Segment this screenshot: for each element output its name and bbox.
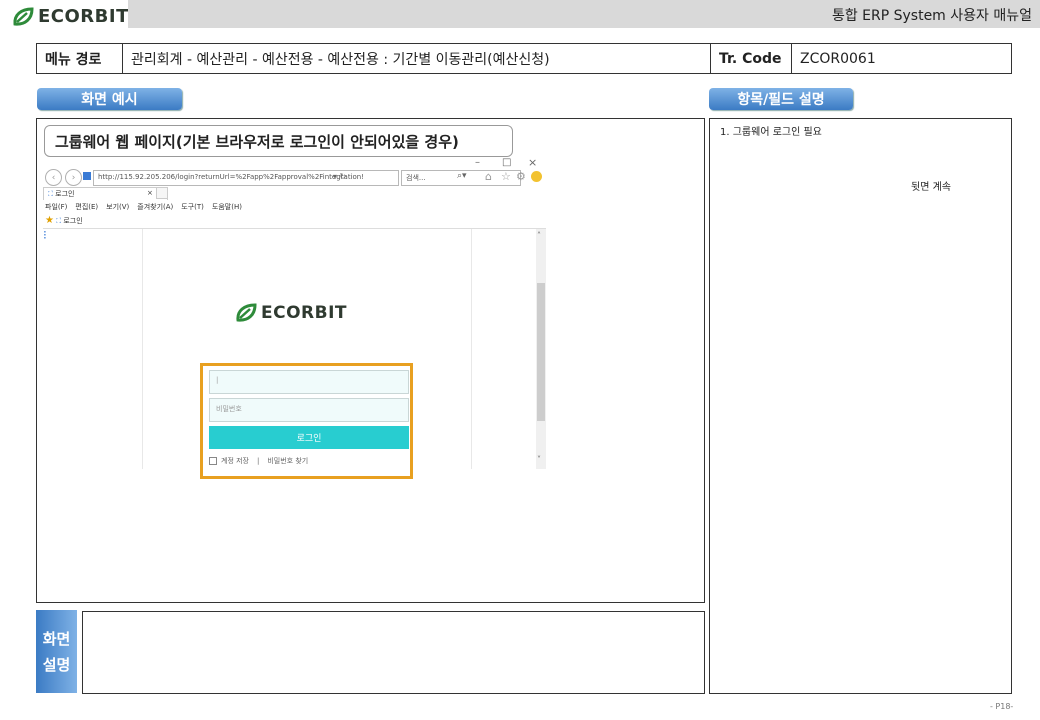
tr-code-value: ZCOR0061	[800, 50, 876, 67]
tab-screen-example: 화면 예시	[37, 88, 182, 110]
smiley-icon[interactable]	[531, 171, 542, 182]
field-item-1: 1. 그룹웨어 로그인 필요	[720, 127, 822, 138]
manual-title: 통합 ERP System 사용자 매뉴얼	[831, 8, 1032, 24]
page-number: - P18-	[990, 702, 1014, 711]
tab-close-icon[interactable]: ×	[147, 189, 153, 197]
scrollbar-thumb[interactable]	[537, 283, 545, 421]
browser-tab[interactable]: ⛶ 로그인 ×	[43, 187, 168, 200]
gear-icon[interactable]: ⚙	[516, 170, 526, 183]
remember-label: 계정 저장	[221, 457, 249, 465]
fav-star-icon[interactable]: ★	[45, 215, 54, 226]
forward-icon[interactable]: ›	[65, 169, 82, 186]
back-icon[interactable]: ‹	[45, 169, 62, 186]
scroll-down-icon[interactable]: ˅	[537, 455, 541, 464]
screen-description-label-line1: 화면	[42, 629, 71, 648]
favorites-bar: ★ ⛶ 로그인	[45, 215, 83, 226]
menu-help[interactable]: 도움말(H)	[212, 202, 242, 212]
field-description-panel: 1. 그룹웨어 로그인 필요 뒷면 계속	[709, 118, 1012, 694]
screen-description-box	[82, 611, 705, 694]
vertical-scrollbar[interactable]: ˄ ˅	[536, 229, 546, 469]
close-icon[interactable]: ×	[528, 157, 537, 169]
new-tab-button[interactable]	[156, 187, 168, 199]
password-input[interactable]: 비밀번호	[209, 398, 409, 422]
ecorbit-leaf-icon	[13, 6, 34, 26]
address-bar[interactable]: http://115.92.205.206/login?returnUrl=%2…	[93, 170, 399, 186]
login-options: 계정 저장 | 비밀번호 찾기	[209, 456, 308, 466]
fav-page-icon: ⛶	[56, 217, 62, 225]
login-button[interactable]: 로그인	[209, 426, 409, 449]
menu-path-value: 관리회계 - 예산관리 - 예산전용 - 예산전용 : 기간별 이동관리(예산신…	[123, 44, 711, 73]
login-logo: ECORBIT	[235, 303, 347, 323]
ie-page-icon	[83, 172, 91, 180]
menu-tools[interactable]: 도구(T)	[181, 202, 204, 212]
screenshot-caption: 그룹웨어 웹 페이지(기본 브라우저로 로그인이 안되어있을 경우)	[44, 125, 513, 157]
tr-code-label: Tr. Code	[711, 44, 792, 73]
browser-menu-bar: 파일(F) 편집(E) 보기(V) 즐겨찾기(A) 도구(T) 도움말(H)	[45, 202, 242, 212]
options-separator: |	[257, 457, 260, 465]
screen-description-label-line2: 설명	[42, 655, 71, 674]
side-logo-fragment: ⁝	[43, 228, 47, 242]
menu-edit[interactable]: 편집(E)	[75, 202, 98, 212]
ecorbit-leaf-icon	[236, 303, 257, 322]
favorites-star-icon[interactable]: ☆	[501, 170, 511, 183]
fav-link[interactable]: 로그인	[63, 217, 82, 225]
id-input[interactable]: |	[209, 370, 409, 394]
maximize-icon[interactable]: □	[502, 157, 511, 168]
menu-path-label: 메뉴 경로	[37, 44, 123, 73]
remember-checkbox[interactable]	[209, 457, 217, 465]
refresh-icon[interactable]: ▾ ↻	[333, 172, 346, 181]
scroll-up-icon[interactable]: ˄	[537, 231, 541, 240]
screen-description-label: 화면 설명	[36, 610, 77, 693]
search-icon[interactable]: ⌕▾	[457, 171, 467, 181]
find-password-link[interactable]: 비밀번호 찾기	[267, 456, 308, 466]
brand-name: ECORBIT	[38, 6, 129, 27]
minimize-icon[interactable]: –	[475, 157, 480, 168]
menu-info-table: 메뉴 경로 관리회계 - 예산관리 - 예산전용 - 예산전용 : 기간별 이동…	[36, 43, 1012, 74]
tab-label: 로그인	[55, 190, 75, 198]
login-brand-name: ECORBIT	[261, 303, 348, 323]
tab-field-description: 항목/필드 설명	[709, 88, 853, 110]
menu-favorites[interactable]: 즐겨찾기(A)	[137, 202, 173, 212]
header-logo: ECORBIT	[12, 6, 129, 27]
continue-note: 뒷면 계속	[911, 182, 951, 193]
menu-view[interactable]: 보기(V)	[106, 202, 129, 212]
header-bar: 통합 ERP System 사용자 매뉴얼	[128, 0, 1040, 28]
login-form-highlight: | 비밀번호 로그인 계정 저장 | 비밀번호 찾기	[200, 363, 413, 479]
menu-file[interactable]: 파일(F)	[45, 202, 67, 212]
home-icon[interactable]: ⌂	[485, 170, 492, 183]
